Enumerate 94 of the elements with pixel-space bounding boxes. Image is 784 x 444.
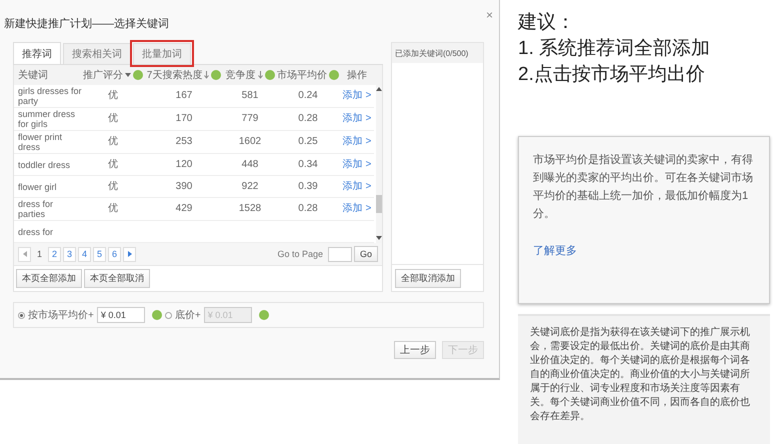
radio-label: 底价+	[174, 308, 201, 322]
page-button[interactable]: 6	[108, 246, 121, 262]
next-page-button[interactable]	[123, 246, 136, 262]
column-label: 操作	[347, 69, 367, 82]
table-cell: 1602	[238, 137, 262, 147]
column-label: 推广评分	[83, 68, 123, 82]
help-icon[interactable]	[329, 70, 339, 80]
scroll-up-icon[interactable]	[376, 87, 382, 92]
go-button[interactable]: Go	[354, 246, 378, 262]
table-cell: 120	[176, 160, 192, 170]
table-cell: 0.28	[298, 114, 318, 124]
table-cell-text: summer dress for girls	[18, 109, 76, 129]
table-cell: 优	[108, 91, 118, 101]
column-header[interactable]: 关键词	[14, 68, 82, 82]
go-to-page-label: Go to Page	[277, 249, 323, 259]
table-cell: 优	[108, 137, 118, 147]
column-header[interactable]: 7天搜索热度	[144, 68, 224, 82]
table-cell: 优	[108, 204, 118, 214]
sort-down-icon[interactable]	[204, 71, 210, 79]
scroll-down-icon[interactable]	[376, 236, 382, 241]
page-button[interactable]: 1	[33, 246, 46, 262]
panel-title: 已添加关键词(0/500)	[395, 48, 468, 58]
dropdown-icon[interactable]	[125, 72, 131, 78]
right-arrow-icon	[128, 251, 132, 257]
sort-down-icon[interactable]	[258, 71, 262, 79]
page-button[interactable]: 3	[63, 246, 76, 262]
previous-page-button[interactable]	[18, 246, 31, 262]
tab[interactable]: 搜索相关词	[63, 43, 131, 64]
step-button[interactable]: 上一步	[394, 341, 436, 359]
table-cell: 922	[242, 182, 258, 192]
help-icon[interactable]	[211, 70, 222, 80]
scrollbar[interactable]	[376, 85, 382, 243]
page-action-button[interactable]: 本页全部取消	[84, 269, 150, 288]
table-cell: toddler dress	[18, 160, 70, 170]
advice-line: 1. 系统推荐词全部添加	[518, 37, 712, 61]
table-cell: 优	[108, 182, 118, 192]
table-cell: dress for	[18, 226, 54, 236]
table-cell: girls dresses for party	[18, 86, 82, 106]
table-cell: 优	[108, 114, 118, 124]
column-label: 关键词	[18, 68, 48, 82]
advice-line: 2.点击按市场平均出价	[518, 63, 706, 87]
table-cell: 170	[176, 114, 192, 124]
table-cell: 581	[242, 91, 258, 101]
close-button[interactable]: ×	[486, 8, 493, 22]
table-cell: flower girl	[18, 182, 57, 192]
page-button[interactable]: 2	[48, 246, 61, 262]
add-link[interactable]: 添加 >	[342, 91, 372, 101]
price-field[interactable]: ¥ 0.01	[96, 307, 145, 323]
column-header[interactable]: 市场平均价	[276, 68, 340, 82]
page-button[interactable]: 4	[78, 246, 91, 262]
table-cell: 779	[242, 114, 258, 124]
add-link[interactable]: 添加 >	[342, 182, 372, 192]
help-icon[interactable]	[258, 310, 269, 320]
tooltip-text: 市场平均价是指设置该关键词的卖家中，有得到曝光的卖家的平均出价。可在各关键词市场平均价的基础上统一加价，最低加价幅度为1分。	[533, 152, 754, 222]
dialog-title: 新建快捷推广计划——选择关键词	[4, 16, 169, 31]
add-link[interactable]: 添加 >	[342, 114, 372, 124]
radio-label: 按市场平均价+	[28, 308, 94, 322]
help-icon[interactable]	[152, 310, 162, 320]
add-link[interactable]: 添加 >	[342, 204, 372, 214]
table-cell: 390	[176, 182, 192, 192]
left-arrow-icon	[22, 251, 26, 257]
advice-title: 建议：	[518, 11, 576, 35]
table-cell: 优	[108, 160, 118, 170]
table-cell: 0.25	[298, 137, 318, 147]
radio-button[interactable]	[18, 312, 25, 318]
column-header[interactable]: 竞争度	[224, 68, 276, 82]
note-text: 关键词底价是指为获得在该关键词下的推广展示机会，需要设定的最低出价。关键词的底价是由其商业价值决定的。每个关键词的底价是根据每个词各自的商业价值决定的。商业价值的大小与关键词所属于的行业、词专业程度和市场关注度等因素有关。每个关键词商业价值不同，因而各自的底价也会存在差异。	[530, 326, 751, 424]
table-cell: 0.24	[298, 91, 318, 101]
table-cell: 429	[176, 204, 192, 214]
table-cell: 1528	[238, 204, 262, 214]
page-action-button[interactable]: 本页全部添加	[16, 269, 82, 288]
page-button[interactable]: 5	[93, 246, 106, 262]
column-label: 市场平均价	[277, 68, 327, 82]
column-label: 竞争度	[226, 68, 256, 82]
table-cell: 253	[176, 137, 192, 147]
table-cell: 0.34	[298, 160, 318, 170]
learn-more-link[interactable]: 了解更多	[533, 245, 577, 257]
column-header[interactable]: 操作	[340, 68, 374, 82]
table-cell-text: dress for parties	[18, 199, 54, 219]
add-link[interactable]: 添加 >	[342, 160, 372, 170]
table-cell: 167	[176, 91, 192, 101]
tab[interactable]: 批量加词	[133, 43, 191, 64]
column-label: 7天搜索热度	[146, 68, 202, 82]
scroll-thumb[interactable]	[376, 195, 382, 213]
cancel-all-button[interactable]: 全部取消添加	[395, 269, 461, 288]
table-cell-text: flower print dress	[18, 132, 64, 152]
help-icon[interactable]	[264, 70, 274, 80]
column-header[interactable]: 推广评分	[82, 68, 144, 82]
table-cell: 0.28	[298, 204, 318, 214]
add-link[interactable]: 添加 >	[342, 137, 372, 147]
table-cell: 0.39	[298, 182, 318, 192]
page-input-field[interactable]	[328, 246, 352, 262]
tab[interactable]: 推荐词	[13, 42, 61, 64]
table-cell: 448	[242, 160, 258, 170]
